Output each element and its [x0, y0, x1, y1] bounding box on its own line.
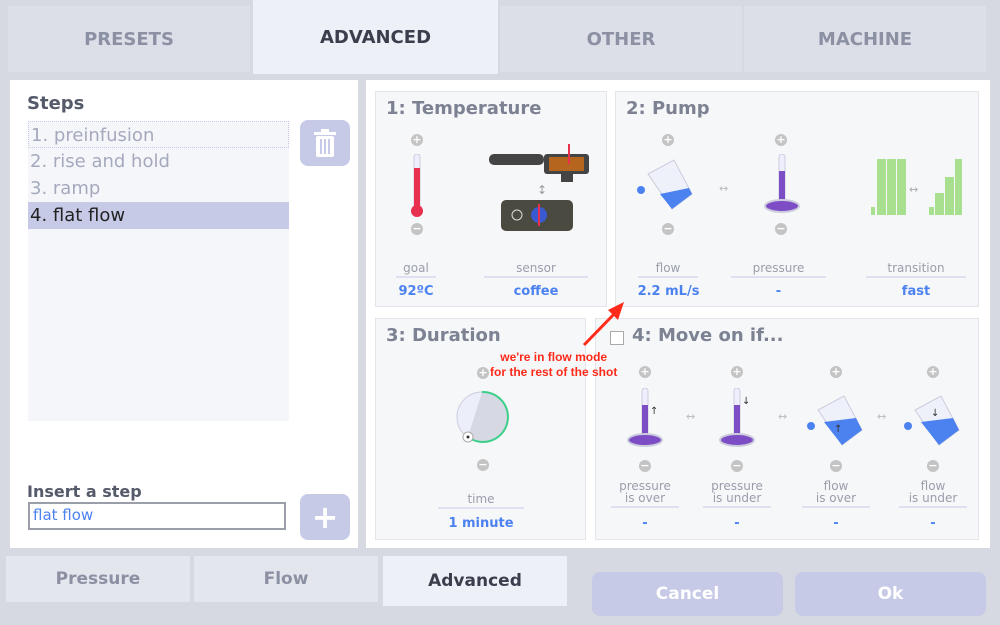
sensor-value[interactable]: coffee [484, 284, 588, 299]
condition-label: flow is under [899, 480, 967, 508]
insert-step-label: Insert a step [27, 482, 142, 501]
portafilter-sensor-icon[interactable]: ↕ [489, 144, 589, 234]
swap-arrow-icon: ↔ [686, 410, 696, 423]
tab-flow[interactable]: Flow [194, 556, 378, 602]
tab-machine[interactable]: MACHINE [744, 6, 986, 72]
tab-presets[interactable]: PRESETS [8, 6, 250, 72]
plus-icon[interactable]: + [662, 134, 674, 146]
condition-value[interactable]: - [802, 516, 870, 531]
annotation-text: we're in flow mode for the rest of the sh… [490, 350, 617, 380]
annotation-line: for the rest of the shot [490, 365, 618, 379]
flow-value[interactable]: 2.2 mL/s [626, 284, 711, 299]
card-title: 2: Pump [626, 98, 710, 119]
steps-title: Steps [27, 93, 85, 114]
plus-icon[interactable]: + [775, 134, 787, 146]
condition-label: pressure is over [611, 480, 679, 508]
plus-icon[interactable]: + [477, 367, 489, 379]
time-label: time [438, 493, 524, 509]
delete-step-button[interactable] [300, 120, 350, 166]
plus-icon[interactable]: + [639, 366, 651, 378]
transition-value[interactable]: fast [866, 284, 966, 299]
condition-label: flow is over [802, 480, 870, 508]
minus-icon[interactable]: − [775, 223, 787, 235]
minus-icon[interactable]: − [927, 460, 939, 472]
sensor-label: sensor [484, 262, 588, 278]
temperature-card: 1: Temperature + − ↕ goal 92ºC sensor co… [375, 91, 607, 307]
goal-value[interactable]: 92ºC [386, 284, 446, 299]
time-value[interactable]: 1 minute [428, 516, 534, 531]
plus-icon: + [311, 498, 339, 536]
minus-icon[interactable]: − [731, 460, 743, 472]
plus-icon[interactable]: + [927, 366, 939, 378]
minus-icon[interactable]: − [477, 459, 489, 471]
tab-advanced-bottom[interactable]: Advanced [383, 556, 567, 606]
flow-pitcher-icon [637, 159, 693, 210]
transition-chart-icon[interactable]: ↔ [869, 155, 964, 220]
minus-icon[interactable]: − [830, 460, 842, 472]
swap-arrow-icon: ↔ [877, 410, 887, 423]
timer-dial-icon[interactable] [454, 389, 514, 449]
svg-text:↓: ↓ [931, 408, 939, 419]
minus-icon[interactable]: − [662, 223, 674, 235]
condition-label: pressure is under [703, 480, 771, 508]
card-title: 3: Duration [386, 325, 501, 346]
svg-text:↔: ↔ [909, 183, 918, 196]
condition-value[interactable]: - [899, 516, 967, 531]
flow-over-icon: ↑ [807, 395, 863, 446]
swap-arrow-icon: ↔ [778, 410, 788, 423]
list-item[interactable]: 4. flat flow [28, 202, 289, 229]
card-title: 1: Temperature [386, 98, 542, 119]
pressure-over-icon: ↑ [627, 388, 663, 447]
list-item[interactable]: 1. preinfusion [28, 121, 289, 148]
svg-text:↕: ↕ [537, 183, 547, 197]
list-item[interactable]: 2. rise and hold [28, 148, 289, 175]
minus-icon[interactable]: − [411, 223, 423, 235]
annotation-arrow-icon [582, 302, 624, 347]
pressure-value[interactable]: - [731, 284, 826, 299]
pressure-under-icon: ↓ [719, 388, 755, 447]
tab-advanced[interactable]: ADVANCED [253, 0, 498, 74]
tab-pressure[interactable]: Pressure [6, 556, 190, 602]
pressure-label: pressure [731, 262, 826, 278]
swap-arrow-icon: ↔ [719, 182, 729, 195]
add-step-button[interactable]: + [300, 494, 350, 540]
minus-icon[interactable]: − [639, 460, 651, 472]
svg-text:↓: ↓ [742, 396, 750, 407]
pump-card: 2: Pump + − ↔ + − ↔ flow 2.2 mL/s pressu… [615, 91, 979, 307]
plus-icon[interactable]: + [731, 366, 743, 378]
plus-icon[interactable]: + [411, 134, 423, 146]
insert-step-input[interactable]: flat flow [28, 502, 286, 530]
cancel-button[interactable]: Cancel [592, 572, 783, 616]
list-item[interactable]: 3. ramp [28, 175, 289, 202]
thermometer-icon [411, 154, 423, 217]
flow-label: flow [638, 262, 698, 278]
card-title: 4: Move on if... [632, 325, 784, 346]
condition-value[interactable]: - [703, 516, 771, 531]
transition-label: transition [866, 262, 966, 278]
svg-text:↑: ↑ [834, 424, 842, 435]
trash-icon [314, 129, 336, 157]
plus-icon[interactable]: + [830, 366, 842, 378]
pressure-gauge-icon [764, 154, 800, 213]
goal-label: goal [396, 262, 436, 278]
tab-other[interactable]: OTHER [500, 6, 742, 72]
annotation-line: we're in flow mode [500, 350, 608, 364]
condition-value[interactable]: - [611, 516, 679, 531]
ok-button[interactable]: Ok [795, 572, 986, 616]
steps-list[interactable]: 1. preinfusion 2. rise and hold 3. ramp … [28, 121, 289, 421]
flow-under-icon: ↓ [904, 395, 960, 446]
svg-text:↑: ↑ [650, 406, 658, 417]
